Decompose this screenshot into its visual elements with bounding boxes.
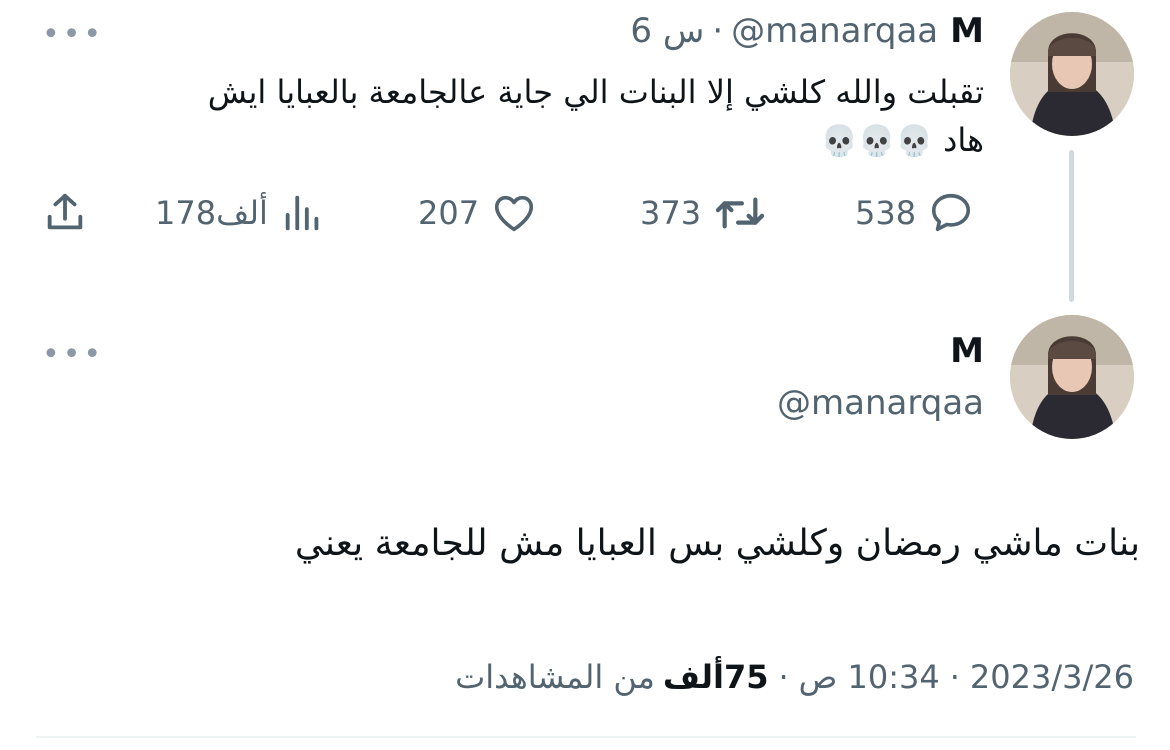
reply-bubble-icon [932,193,971,232]
share-button[interactable] [42,190,88,236]
more-options-button[interactable]: ••• [42,340,104,370]
heart-icon [495,195,534,232]
avatar-image [1010,315,1134,439]
more-dots-icon: ••• [42,337,105,372]
tweet2-footer: من المشاهدات 75ألف · 10:34 ص · 2023/3/26 [455,658,1134,696]
tweet1-text-line2: هاد [943,121,984,159]
retweet-count: 373 [640,194,702,232]
tweet2-sep2: · [778,658,789,696]
views-count: 178ألف [155,194,268,232]
reply-count: 538 [855,194,917,232]
views-button[interactable]: 178ألف [155,190,326,236]
tweet1-text-line1: تقبلت والله كلشي إلا البنات الي جاية عال… [207,73,984,111]
retweet-button[interactable]: 373 [640,190,767,236]
divider [36,736,1136,738]
reply-button[interactable]: 538 [855,190,974,236]
tweet1-time[interactable]: 6 س [630,14,704,48]
tweet1-handle[interactable]: @manarqaa [731,14,938,48]
tweet2-text: بنات ماشي رمضان وكلشي بس العبايا مش للجا… [294,523,1140,564]
tweet1-separator: · [712,11,724,51]
share-icon [47,193,83,230]
tweet2-date[interactable]: 2023/3/26 [970,658,1134,696]
tweet2-views-count: 75ألف [662,658,769,696]
thread-line [1069,150,1074,302]
like-count: 207 [418,194,480,232]
tweet2-time[interactable]: 10:34 ص [799,658,940,696]
skull-emoji: 💀💀💀 [820,124,933,159]
more-options-button[interactable]: ••• [42,20,104,50]
avatar[interactable] [1010,315,1134,439]
tweet1-text: تقبلت والله كلشي إلا البنات الي جاية عال… [34,68,984,166]
tweet1-text-line2-wrap: هاد 💀💀💀 [34,116,984,166]
avatar[interactable] [1010,12,1134,136]
more-dots-icon: ••• [42,17,105,52]
avatar-image [1010,12,1134,136]
tweet2-sep1: · [949,658,960,696]
retweet-icon [715,197,765,229]
tweet1-header: 6 س · @manarqaa M [630,14,984,48]
like-button[interactable]: 207 [418,190,537,236]
tweet2-views-label: من المشاهدات [455,658,655,696]
tweet1-name[interactable]: M [950,14,984,48]
views-chart-icon [285,195,319,231]
tweet2-name[interactable]: M [950,334,984,368]
tweet2-handle[interactable]: @manarqaa [777,386,984,420]
